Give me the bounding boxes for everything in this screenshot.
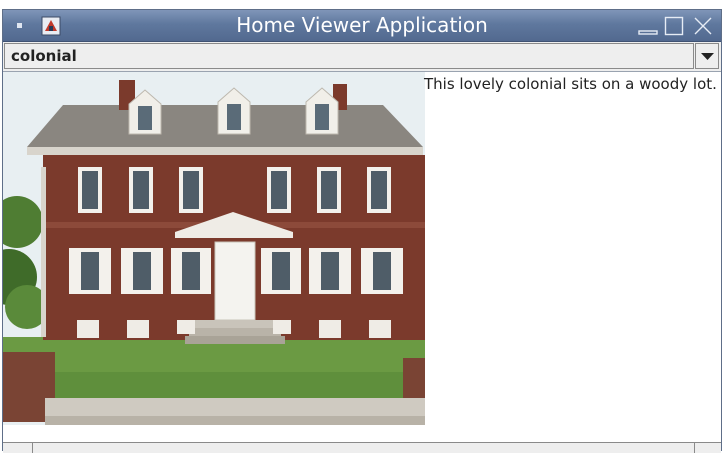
selected-style-value: colonial [11, 47, 77, 65]
home-description: This lovely colonial sits on a woody lot… [424, 75, 717, 93]
close-icon[interactable] [693, 16, 713, 36]
home-style-combo[interactable]: colonial [4, 43, 694, 69]
minimize-icon[interactable] [638, 16, 658, 36]
maximize-icon[interactable] [664, 16, 684, 36]
colonial-house-image [3, 72, 425, 425]
chevron-down-icon [701, 53, 714, 60]
dropdown-button[interactable] [695, 43, 719, 69]
home-style-selector[interactable]: colonial [3, 42, 721, 72]
bottom-panel [3, 442, 721, 453]
panel-divider [32, 443, 33, 453]
window-title: Home Viewer Application [236, 13, 488, 37]
title-bar[interactable]: Home Viewer Application [3, 10, 721, 42]
panel-divider [694, 443, 695, 453]
app-window: Home Viewer Application colonial This lo… [2, 9, 722, 453]
content-panel: This lovely colonial sits on a woody lot… [3, 72, 721, 442]
home-photo [3, 72, 425, 425]
